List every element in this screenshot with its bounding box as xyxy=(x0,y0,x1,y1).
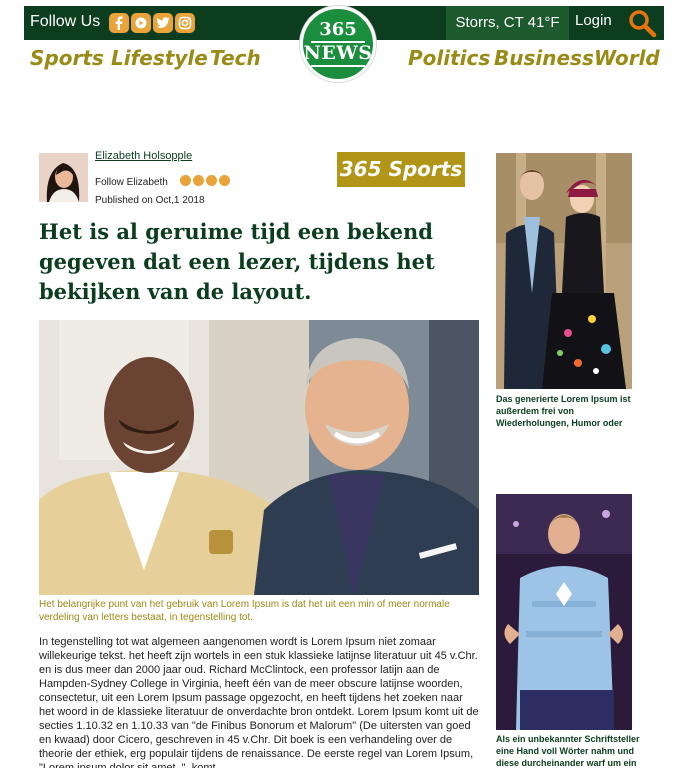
article-photo xyxy=(39,320,479,595)
photo-caption: Het belangrijke punt van het gebruik van… xyxy=(39,599,450,623)
sidebar-photo-2[interactable] xyxy=(496,494,632,730)
author-name-link[interactable]: Elizabeth Holsopple xyxy=(95,150,192,162)
sidebar-caption-2[interactable]: Als ein unbekannter Schriftsteller eine … xyxy=(496,733,646,768)
published-date: Published on Oct,1 2018 xyxy=(95,195,205,206)
facebook-icon[interactable] xyxy=(180,175,191,186)
author-avatar[interactable] xyxy=(39,153,88,202)
facebook-icon[interactable] xyxy=(109,13,129,33)
youtube-icon[interactable] xyxy=(193,175,204,186)
nav-item-politics[interactable]: Politics xyxy=(408,46,490,70)
site-logo[interactable]: 365 NEWS xyxy=(300,6,376,82)
nav-item-tech[interactable]: Tech xyxy=(210,46,261,70)
youtube-icon[interactable] xyxy=(131,13,151,33)
section-badge[interactable]: 365 Sports xyxy=(337,152,465,187)
sidebar-caption-1[interactable]: Das generierte Lorem Ipsum ist außerdem … xyxy=(496,393,646,429)
follow-us-label: Follow Us xyxy=(30,13,101,30)
nav-item-world[interactable]: World xyxy=(594,46,660,70)
nav-item-sports[interactable]: Sports xyxy=(30,46,104,70)
article-body: In tegenstelling tot wat algemeen aangen… xyxy=(39,636,479,768)
instagram-icon[interactable] xyxy=(175,13,195,33)
login-button[interactable]: Login xyxy=(575,6,612,40)
sidebar-photo-1[interactable] xyxy=(496,153,632,389)
instagram-icon[interactable] xyxy=(219,175,230,186)
nav-item-business[interactable]: Business xyxy=(494,46,594,70)
twitter-icon[interactable] xyxy=(206,175,217,186)
nav-item-lifestyle[interactable]: Lifestyle xyxy=(111,46,208,70)
twitter-icon[interactable] xyxy=(153,13,173,33)
search-icon[interactable] xyxy=(625,6,658,40)
weather-widget: Storrs, CT 41°F xyxy=(446,6,569,40)
article-headline: Het is al geruime tijd een bekend gegeve… xyxy=(39,219,435,304)
follow-author-label: Follow Elizabeth xyxy=(95,177,168,188)
